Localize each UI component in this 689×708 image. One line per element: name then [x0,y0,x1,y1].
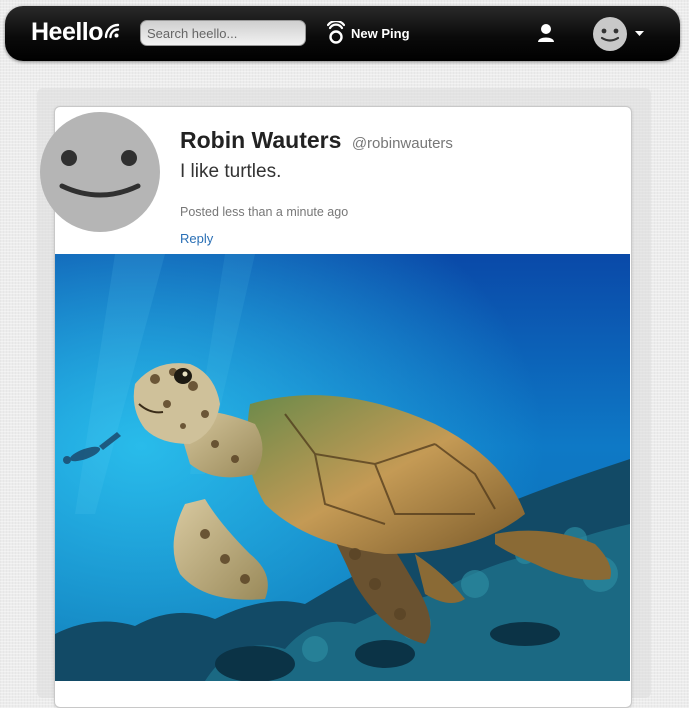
heello-waves-icon [104,23,120,39]
new-ping-button[interactable]: New Ping [327,19,410,47]
ping-text: I like turtles. [180,161,282,182]
logo-text: Heello [31,18,104,46]
author-name[interactable]: Robin Wauters [180,127,341,153]
new-ping-label: New Ping [351,25,410,41]
top-navbar: Heello New Ping [5,6,680,61]
search-input[interactable] [140,20,306,46]
account-menu-button[interactable] [593,17,644,51]
posted-timestamp: Posted less than a minute ago [180,205,349,219]
ping-photo[interactable] [55,254,630,681]
author-handle[interactable]: @robinwauters [352,135,453,152]
caret-down-icon [635,31,644,36]
user-icon [538,24,554,42]
logo[interactable]: Heello [31,17,120,47]
reply-link[interactable]: Reply [180,231,213,246]
author-name-line: Robin Wauters @robinwauters [180,127,453,154]
avatar-icon [593,17,627,51]
author-avatar[interactable] [40,112,160,232]
user-button[interactable] [536,22,556,44]
ping-icon [327,21,345,44]
